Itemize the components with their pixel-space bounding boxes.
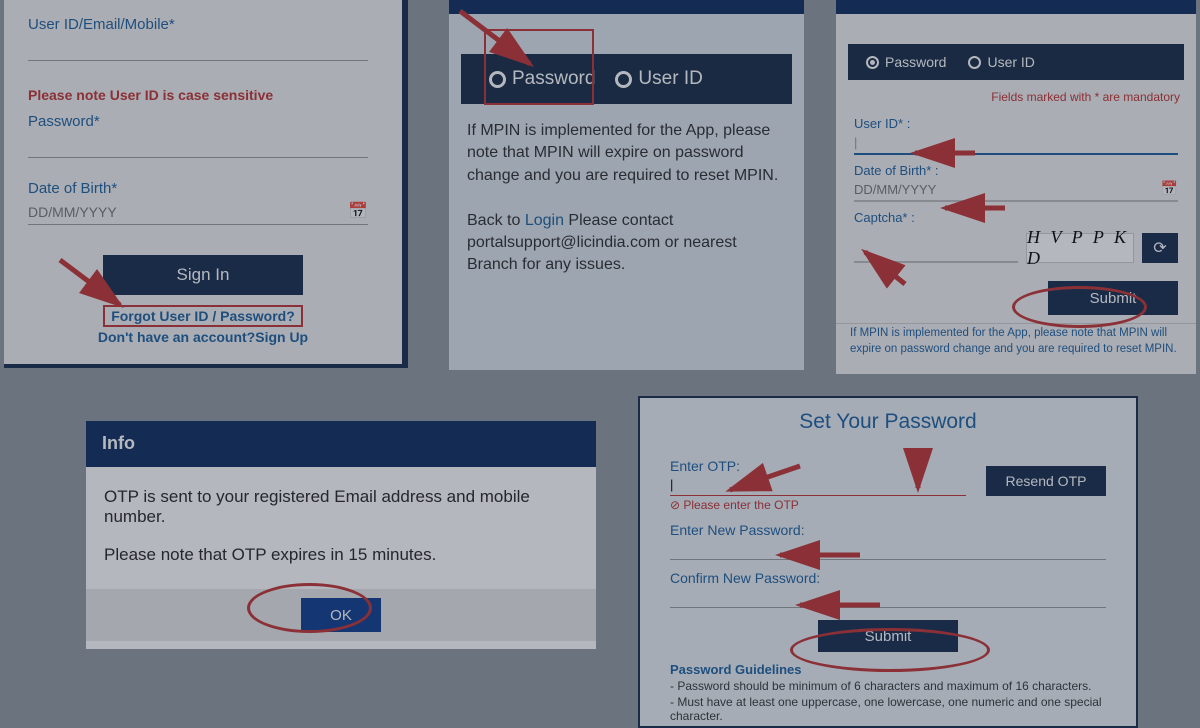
back-line: Back to Login Please contact portalsuppo…	[467, 210, 786, 277]
p3-tabbar: Password User ID	[848, 44, 1184, 80]
ok-button[interactable]: OK	[301, 598, 381, 632]
info-dialog: Info OTP is sent to your registered Emai…	[86, 421, 596, 649]
signup-link[interactable]: Don't have an account?Sign Up	[28, 329, 378, 345]
radio-icon	[489, 71, 506, 88]
guidelines-heading: Password Guidelines	[670, 662, 1106, 677]
forgot-link[interactable]: Forgot User ID / Password?	[103, 305, 303, 327]
p3-tab-password-label: Password	[885, 54, 946, 70]
back-prefix: Back to	[467, 212, 525, 229]
recovery-tabbar: Password User ID	[461, 54, 792, 104]
p3-dob-label: Date of Birth* :	[854, 163, 1178, 178]
userid-input[interactable]	[28, 35, 368, 61]
dialog-line2: Please note that OTP expires in 15 minut…	[104, 545, 578, 565]
dialog-buttonbar: OK	[86, 589, 596, 641]
dialog-line1: OTP is sent to your registered Email add…	[104, 487, 578, 527]
panel3-topbar	[836, 0, 1196, 14]
new-password-label: Enter New Password:	[670, 522, 1106, 538]
captcha-input[interactable]	[854, 239, 1018, 263]
userid-label: User ID/Email/Mobile*	[28, 16, 378, 33]
p3-tab-userid[interactable]: User ID	[968, 54, 1034, 70]
confirm-password-label: Confirm New Password:	[670, 570, 1106, 586]
resend-otp-button[interactable]: Resend OTP	[986, 466, 1106, 496]
password-input[interactable]	[28, 132, 368, 158]
signin-panel: User ID/Email/Mobile* Please note User I…	[4, 0, 408, 368]
guideline-2: - Must have at least one uppercase, one …	[670, 695, 1106, 723]
p5-submit-button[interactable]: Submit	[818, 620, 958, 652]
radio-icon	[615, 71, 632, 88]
forgot-password-form: Password User ID Fields marked with * ar…	[836, 0, 1196, 374]
refresh-captcha-button[interactable]: ⟳	[1142, 233, 1178, 263]
tab-userid[interactable]: User ID	[615, 68, 702, 90]
mandatory-note: Fields marked with * are mandatory	[836, 80, 1196, 108]
p3-userid-label: User ID* :	[854, 116, 1178, 131]
calendar-icon[interactable]: 📅	[348, 201, 368, 221]
p3-userid-input[interactable]	[854, 131, 1178, 155]
p3-tab-password[interactable]: Password	[866, 54, 946, 70]
dob-label: Date of Birth*	[28, 180, 378, 197]
radio-icon	[968, 56, 981, 69]
tab-password-label: Password	[512, 68, 595, 90]
set-password-title: Set Your Password	[640, 398, 1136, 448]
dialog-title: Info	[86, 421, 596, 467]
otp-input[interactable]	[670, 474, 966, 496]
dialog-body: OTP is sent to your registered Email add…	[86, 467, 596, 589]
otp-error: Please enter the OTP	[670, 498, 1106, 512]
login-link[interactable]: Login	[525, 212, 564, 229]
p3-dob-input[interactable]	[854, 178, 1178, 202]
panel2-body: If MPIN is implemented for the App, plea…	[449, 104, 804, 293]
tab-password[interactable]: Password	[489, 68, 595, 90]
dob-input[interactable]	[28, 199, 368, 225]
tab-userid-label: User ID	[638, 68, 702, 90]
set-password-panel: Set Your Password Enter OTP: Resend OTP …	[638, 396, 1138, 728]
mpin-message: If MPIN is implemented for the App, plea…	[467, 120, 786, 187]
panel2-topbar	[449, 0, 804, 14]
p3-mpin-note: If MPIN is implemented for the App, plea…	[836, 323, 1196, 365]
case-sensitive-note: Please note User ID is case sensitive	[28, 87, 378, 103]
calendar-icon[interactable]: 📅	[1161, 180, 1178, 197]
p3-captcha-label: Captcha* :	[854, 210, 1178, 225]
captcha-image: H V P P K D	[1026, 233, 1134, 263]
signin-button[interactable]: Sign In	[103, 255, 303, 295]
radio-selected-icon	[866, 56, 879, 69]
recovery-select-panel: Password User ID If MPIN is implemented …	[449, 0, 804, 370]
p3-submit-button[interactable]: Submit	[1048, 281, 1178, 315]
guideline-1: - Password should be minimum of 6 charac…	[670, 679, 1106, 693]
enter-otp-label: Enter OTP:	[670, 458, 966, 474]
p3-tab-userid-label: User ID	[987, 54, 1034, 70]
password-label: Password*	[28, 113, 378, 130]
new-password-input[interactable]	[670, 538, 1106, 560]
confirm-password-input[interactable]	[670, 586, 1106, 608]
